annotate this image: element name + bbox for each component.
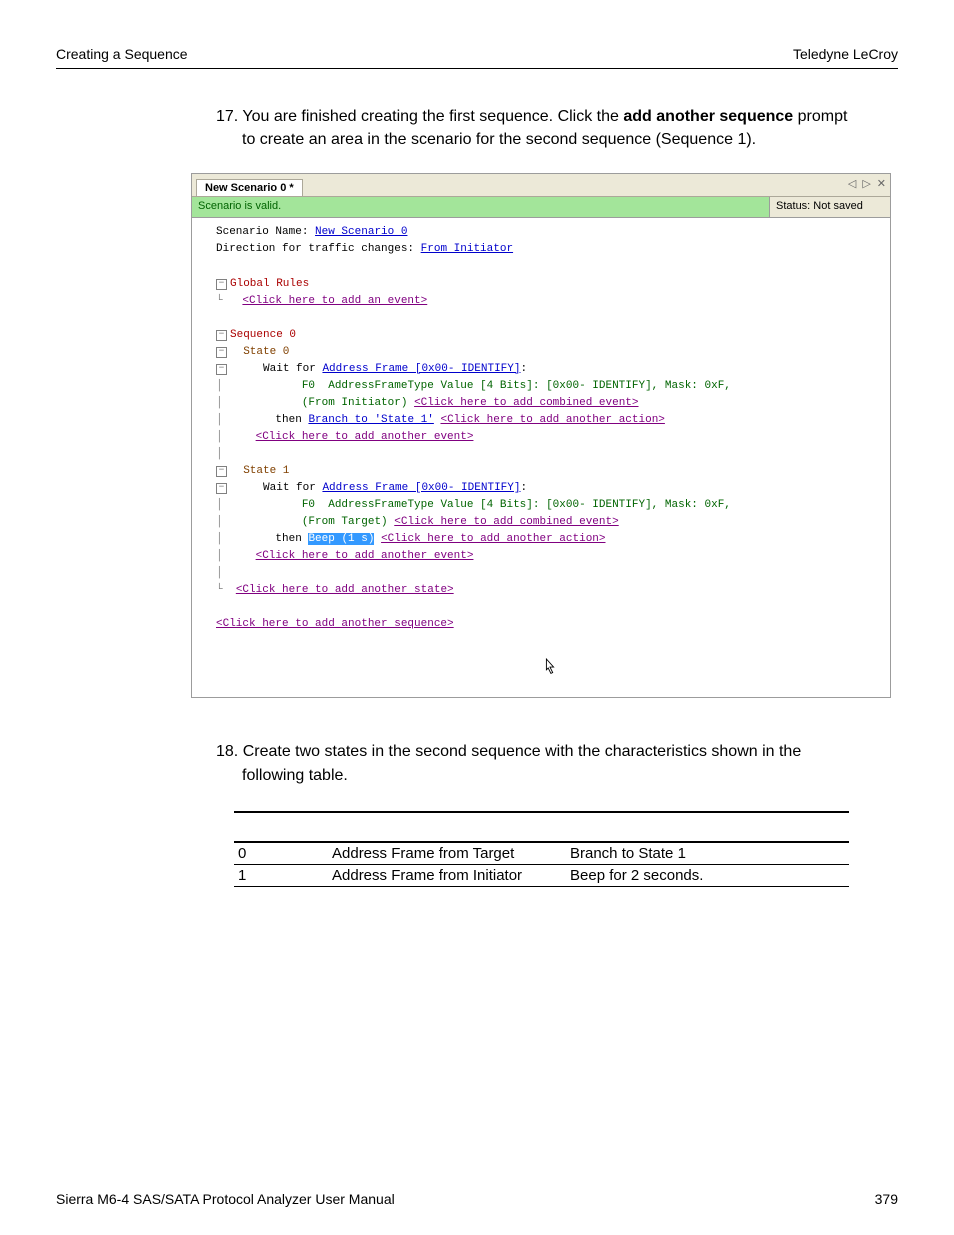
collapse-toggle-icon[interactable]: − xyxy=(216,330,227,341)
f0-detail: F0 AddressFrameType Value [4 Bits]: [0x0… xyxy=(302,499,731,511)
tab-close-icon[interactable]: ✕ xyxy=(877,177,886,190)
address-frame-link[interactable]: Address Frame [0x00- IDENTIFY] xyxy=(322,482,520,494)
header-brand: Teledyne LeCroy xyxy=(793,46,898,62)
step-number: 17. xyxy=(216,108,238,125)
direction-label: Direction for traffic changes: xyxy=(216,243,421,255)
collapse-toggle-icon[interactable]: − xyxy=(216,483,227,494)
state-0-label: State 0 xyxy=(243,346,289,358)
header-section: Creating a Sequence xyxy=(56,46,188,62)
state-index: 1 xyxy=(234,864,328,886)
state-condition: Address Frame from Target xyxy=(328,842,566,865)
then-label: then xyxy=(275,414,308,426)
collapse-toggle-icon[interactable]: − xyxy=(216,364,227,375)
footer-title: Sierra M6-4 SAS/SATA Protocol Analyzer U… xyxy=(56,1191,395,1207)
state-action: Branch to State 1 xyxy=(566,842,849,865)
state-index: 0 xyxy=(234,842,328,865)
from-target-label: (From Target) xyxy=(302,516,388,528)
page-footer: Sierra M6-4 SAS/SATA Protocol Analyzer U… xyxy=(56,1191,898,1207)
then-label: then xyxy=(275,533,308,545)
add-another-event-link[interactable]: <Click here to add another event> xyxy=(256,550,474,562)
step-text-2: to create an area in the scenario for th… xyxy=(242,131,756,148)
f0-detail: F0 AddressFrameType Value [4 Bits]: [0x0… xyxy=(302,380,731,392)
collapse-toggle-icon[interactable]: − xyxy=(216,466,227,477)
screenshot: New Scenario 0 * ◁ ▷ ✕ Scenario is valid… xyxy=(191,173,891,698)
add-another-event-link[interactable]: <Click here to add another event> xyxy=(256,431,474,443)
from-initiator-label: (From Initiator) xyxy=(302,397,408,409)
save-status: Status: Not saved xyxy=(770,197,890,217)
colon: : xyxy=(520,363,527,375)
step-number: 18. xyxy=(216,743,238,760)
wait-for-label: Wait for xyxy=(263,482,322,494)
pointer-cursor-icon xyxy=(541,657,559,679)
tab-next-icon[interactable]: ▷ xyxy=(862,177,870,190)
add-combined-event-link[interactable]: <Click here to add combined event> xyxy=(414,397,638,409)
add-action-link[interactable]: <Click here to add another action> xyxy=(381,533,605,545)
global-rules-label: Global Rules xyxy=(230,278,309,290)
tab-prev-icon[interactable]: ◁ xyxy=(848,177,856,190)
collapse-toggle-icon[interactable]: − xyxy=(216,279,227,290)
branch-link[interactable]: Branch to 'State 1' xyxy=(308,414,433,426)
wait-for-label: Wait for xyxy=(263,363,322,375)
add-combined-event-link[interactable]: <Click here to add combined event> xyxy=(394,516,618,528)
state-condition: Address Frame from Initiator xyxy=(328,864,566,886)
colon: : xyxy=(520,482,527,494)
step-18: 18. Create two states in the second sequ… xyxy=(216,740,896,786)
scenario-name-link[interactable]: New Scenario 0 xyxy=(315,226,407,238)
states-table: 0 Address Frame from Target Branch to St… xyxy=(234,811,849,887)
scenario-tab[interactable]: New Scenario 0 * xyxy=(196,179,303,196)
step-text-1a: You are finished creating the first sequ… xyxy=(242,108,623,125)
states-table-wrap: 0 Address Frame from Target Branch to St… xyxy=(234,811,849,887)
step-text-1: Create two states in the second sequence… xyxy=(243,743,802,760)
table-row: 1 Address Frame from Initiator Beep for … xyxy=(234,864,849,886)
beep-action[interactable]: Beep (1 s) xyxy=(308,533,374,545)
add-another-state-link[interactable]: <Click here to add another state> xyxy=(236,584,454,596)
table-row: 0 Address Frame from Target Branch to St… xyxy=(234,842,849,865)
collapse-toggle-icon[interactable]: − xyxy=(216,347,227,358)
table-header-row xyxy=(234,812,849,842)
tab-bar: New Scenario 0 * ◁ ▷ ✕ xyxy=(192,174,890,197)
step-bold: add another sequence xyxy=(623,108,793,125)
direction-link[interactable]: From Initiator xyxy=(421,243,513,255)
page-header: Creating a Sequence Teledyne LeCroy xyxy=(56,46,898,69)
sequence-0-label: Sequence 0 xyxy=(230,329,296,341)
step-text-2: following table. xyxy=(242,767,348,784)
step-17: 17. You are finished creating the first … xyxy=(216,105,896,151)
add-action-link[interactable]: <Click here to add another action> xyxy=(440,414,664,426)
page-number: 379 xyxy=(875,1191,898,1207)
state-1-label: State 1 xyxy=(243,465,289,477)
scenario-editor[interactable]: Scenario Name: New Scenario 0 Direction … xyxy=(192,218,890,697)
address-frame-link[interactable]: Address Frame [0x00- IDENTIFY] xyxy=(322,363,520,375)
add-another-sequence-link[interactable]: <Click here to add another sequence> xyxy=(216,618,454,630)
scenario-name-label: Scenario Name: xyxy=(216,226,315,238)
state-action: Beep for 2 seconds. xyxy=(566,864,849,886)
add-event-link[interactable]: <Click here to add an event> xyxy=(242,295,427,307)
scenario-valid-status: Scenario is valid. xyxy=(192,197,770,217)
step-text-1b: prompt xyxy=(793,108,847,125)
